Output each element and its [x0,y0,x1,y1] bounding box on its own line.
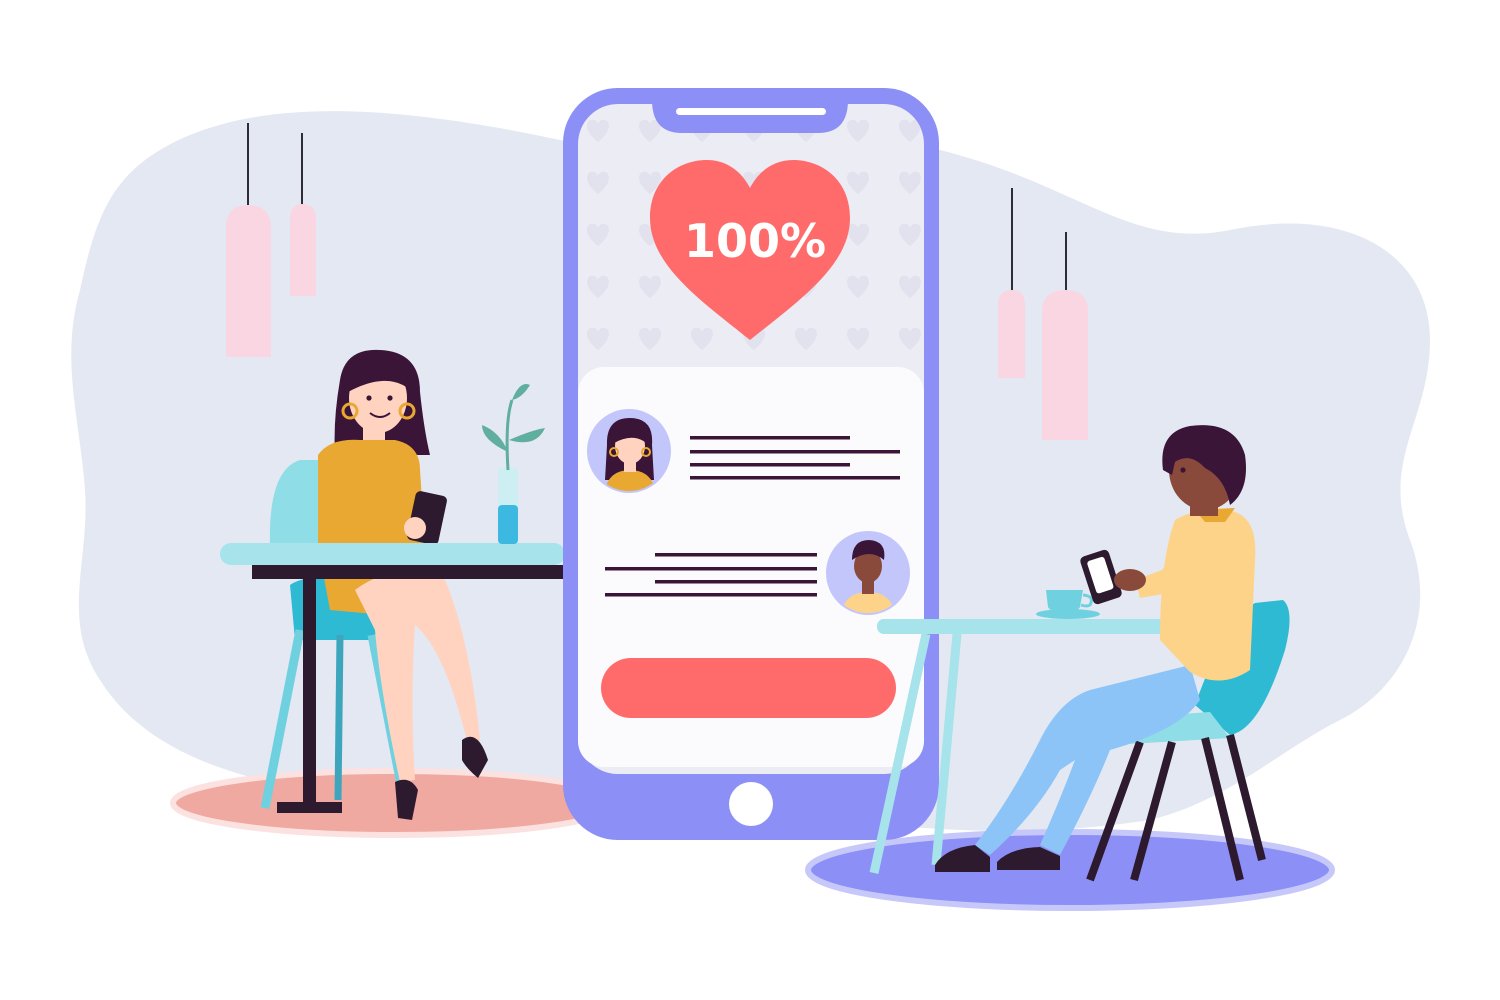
action-button[interactable] [601,658,896,718]
chat-line [655,553,817,557]
chat-line [655,580,817,584]
chat-line [605,593,817,597]
match-percent: 100% [684,214,826,268]
man-rug [805,829,1335,911]
chat-line [690,476,900,480]
chat-line [605,567,817,571]
phone-device: 100% [563,88,939,840]
chat-line [690,436,850,440]
home-button-icon[interactable] [729,782,773,826]
chat-line [690,463,850,467]
chat-card [578,367,924,767]
chat-line [690,450,900,454]
woman-rug [170,768,620,838]
dating-app-illustration: 100% [71,88,1430,911]
phone-notch [652,100,848,133]
